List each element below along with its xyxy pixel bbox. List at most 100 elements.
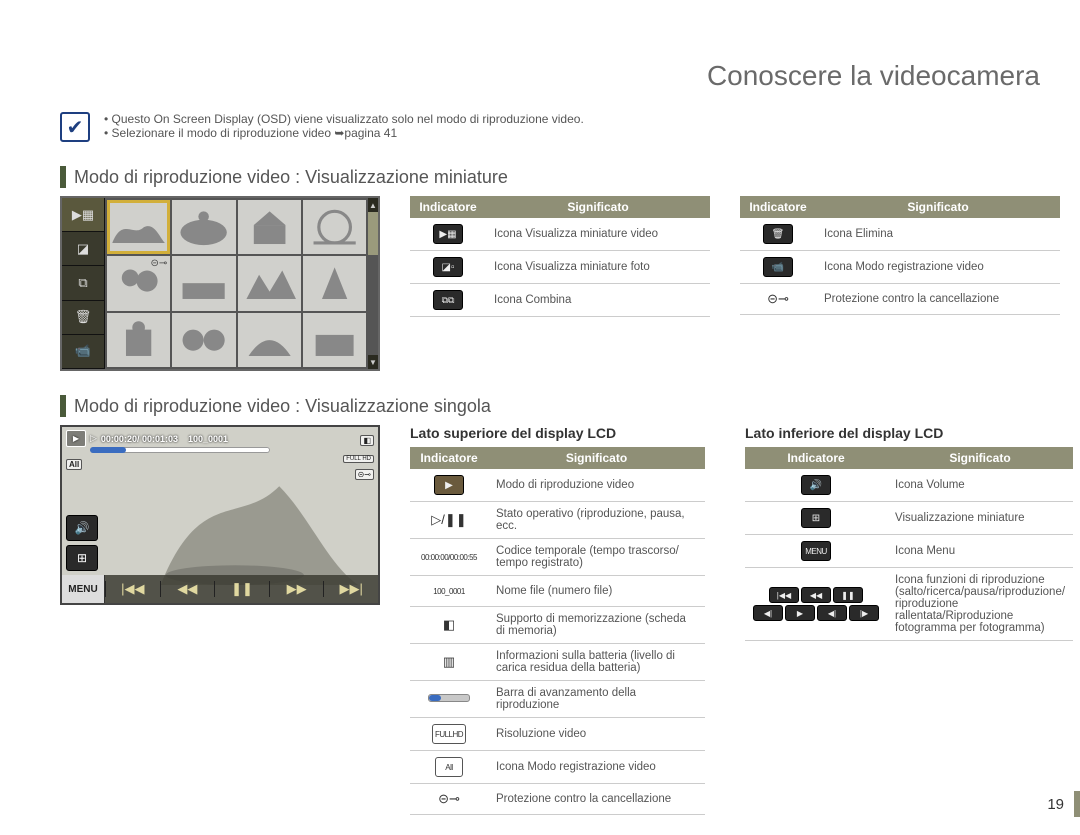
- col-indicatore: Indicatore: [745, 447, 887, 469]
- col-significato: Significato: [816, 196, 1060, 218]
- recmode-icon: All: [435, 757, 463, 777]
- legend-text: Icona Combina: [486, 284, 710, 317]
- transport-icons: |◀◀ ◀◀ ❚❚ ◀| ▶ ◀| |▶: [753, 587, 879, 621]
- skip-back-button[interactable]: |◀◀: [105, 581, 160, 597]
- combine-tab[interactable]: ⧉: [62, 266, 104, 300]
- legend-text: Nome file (numero file): [488, 576, 705, 607]
- frame-fwd-icon: |▶: [849, 605, 879, 621]
- scroll-up-icon[interactable]: ▲: [368, 198, 378, 212]
- legend-text: Icona Modo registrazione video: [488, 751, 705, 784]
- play-icon: ▶: [785, 605, 815, 621]
- section-bar: [60, 166, 66, 188]
- thumbnail-scrollbar[interactable]: ▲ ▼: [368, 198, 378, 369]
- frame-back-icon: ◀|: [753, 605, 783, 621]
- thumbnail[interactable]: [303, 256, 366, 310]
- skip-fwd-button[interactable]: ▶▶|: [323, 581, 378, 597]
- thumbview-button[interactable]: ⊞: [66, 545, 98, 571]
- legend-text: Modo di riproduzione video: [488, 469, 705, 502]
- note-item: Questo On Screen Display (OSD) viene vis…: [104, 112, 584, 126]
- legend-text: Codice temporale (tempo trascorso/ tempo…: [488, 539, 705, 576]
- legend-text: Visualizzazione miniature: [887, 502, 1073, 535]
- page-number: 19: [1047, 796, 1064, 813]
- thumbnail[interactable]: [107, 200, 170, 254]
- col-significato: Significato: [887, 447, 1073, 469]
- section-bar: [60, 395, 66, 417]
- legend-text: Icona Volume: [887, 469, 1073, 502]
- legend-text: Icona Visualizza miniature foto: [486, 251, 710, 284]
- scroll-down-icon[interactable]: ▼: [368, 355, 378, 369]
- thumbnail[interactable]: [238, 200, 301, 254]
- col-significato: Significato: [488, 447, 705, 469]
- slow-back-icon: ◀|: [817, 605, 847, 621]
- forward-button[interactable]: ▶▶: [269, 581, 324, 597]
- thumbnail[interactable]: [238, 256, 301, 310]
- resolution-icon: FULL HD: [343, 455, 374, 463]
- play-mode-icon: ▶: [434, 475, 464, 495]
- pause-button[interactable]: ❚❚: [214, 581, 269, 597]
- note-list: Questo On Screen Display (OSD) viene vis…: [104, 112, 584, 140]
- thumbnail[interactable]: [303, 200, 366, 254]
- lcd-single-view: ▶ ▷ 00:00:20/ 00:01:03 100_0001 ◧ FULL H…: [60, 425, 380, 605]
- menu-button[interactable]: MENU: [62, 575, 105, 603]
- osd-right-icons: ◧ FULL HD ⊝⊸: [343, 431, 374, 482]
- legend-text: Icona funzioni di riproduzione (salto/ri…: [887, 568, 1073, 641]
- thumbnail[interactable]: [107, 313, 170, 367]
- section-heading: Modo di riproduzione video : Visualizzaz…: [74, 396, 491, 417]
- protect-icon: ⊝⊸: [355, 469, 374, 480]
- protect-icon: ⊝⊸: [435, 790, 463, 808]
- osd-top-bar: ▶ ▷ 00:00:20/ 00:01:03 100_0001: [62, 427, 378, 450]
- legend-text: Supporto di memorizzazione (scheda di me…: [488, 607, 705, 644]
- legend-text: Protezione contro la cancellazione: [488, 784, 705, 815]
- thumbnail[interactable]: [172, 313, 235, 367]
- page-title: Conoscere la videocamera: [50, 60, 1040, 92]
- protect-mark-icon: ⊝⊸: [150, 258, 167, 269]
- delete-tab[interactable]: 🗑: [62, 301, 104, 335]
- legend-text: Stato operativo (riproduzione, pausa, ec…: [488, 502, 705, 539]
- timecode-icon: 00:00:00/00:00:55: [418, 548, 480, 566]
- state-icon: ▷/❚❚: [428, 511, 469, 529]
- rec-mode-osd-icon: All: [66, 459, 82, 470]
- menu-icon: MENU: [801, 541, 831, 561]
- thumbnail[interactable]: [238, 313, 301, 367]
- thumbnail[interactable]: [303, 313, 366, 367]
- col-indicatore: Indicatore: [410, 447, 488, 469]
- photo-thumb-icon: ◪▫: [433, 257, 463, 277]
- legend-text: Protezione contro la cancellazione: [816, 284, 1060, 315]
- battery-icon: ▥: [435, 653, 463, 671]
- pause-icon: ❚❚: [833, 587, 863, 603]
- rewind-button[interactable]: ◀◀: [160, 581, 215, 597]
- storage-icon: ◧: [435, 616, 463, 634]
- legend-text: Icona Elimina: [816, 218, 1060, 251]
- progress-bar-icon: [428, 694, 470, 702]
- file-icon: 100_0001: [430, 582, 468, 600]
- video-thumb-tab[interactable]: ▶▦: [62, 198, 104, 232]
- protect-icon: ⊝⊸: [764, 290, 792, 308]
- legend-text: Icona Menu: [887, 535, 1073, 568]
- upper-lcd-heading: Lato superiore del display LCD: [410, 425, 705, 441]
- volume-button[interactable]: 🔊: [66, 515, 98, 541]
- delete-icon: 🗑: [763, 224, 793, 244]
- thumbnail[interactable]: ⊝⊸: [107, 256, 170, 310]
- volume-icon: 🔊: [801, 475, 831, 495]
- legend-table-upper: Indicatore Significato ▶ Modo di riprodu…: [410, 447, 705, 815]
- skip-back-icon: |◀◀: [769, 587, 799, 603]
- progress-bar[interactable]: [90, 447, 270, 453]
- file-number-osd: 100_0001: [188, 434, 228, 444]
- state-play-icon: ▷: [90, 433, 97, 444]
- photo-thumb-tab[interactable]: ◪: [62, 232, 104, 266]
- storage-icon: ◧: [360, 435, 374, 446]
- legend-table-right: Indicatore Significato 🗑 Icona Elimina 📹…: [740, 196, 1060, 315]
- check-icon: ✔: [60, 112, 90, 142]
- lower-lcd-heading: Lato inferiore del display LCD: [745, 425, 1040, 441]
- legend-table-left: Indicatore Significato ▶▦ Icona Visualiz…: [410, 196, 710, 317]
- rec-mode-icon: 📹: [763, 257, 793, 277]
- rec-mode-tab[interactable]: 📹: [62, 335, 104, 369]
- section-heading: Modo di riproduzione video : Visualizzaz…: [74, 167, 508, 188]
- thumbnail[interactable]: [172, 256, 235, 310]
- legend-table-lower: Indicatore Significato 🔊 Icona Volume ⊞ …: [745, 447, 1073, 641]
- combine-icon: ⧉⧉: [433, 290, 463, 310]
- col-indicatore: Indicatore: [410, 196, 486, 218]
- thumbnail[interactable]: [172, 200, 235, 254]
- res-icon: FULLHD: [432, 724, 466, 744]
- legend-text: Icona Visualizza miniature video: [486, 218, 710, 251]
